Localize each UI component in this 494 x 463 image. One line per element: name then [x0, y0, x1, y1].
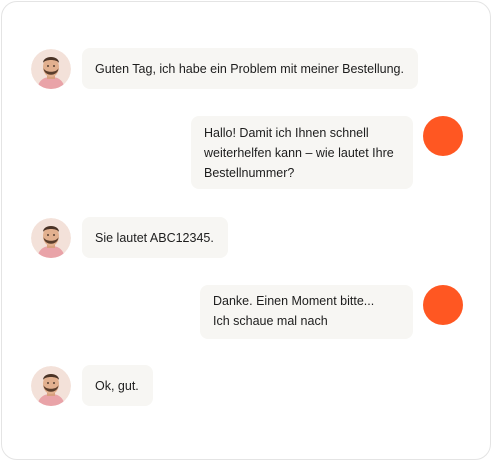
- chat-card: Guten Tag, ich habe ein Problem mit mein…: [1, 1, 491, 460]
- user-avatar-icon: [31, 218, 71, 258]
- message-bubble: Hallo! Damit ich Ihnen schnell weiterhel…: [191, 116, 413, 189]
- agent-avatar-icon: [423, 116, 463, 156]
- message-bubble: Ok, gut.: [82, 365, 153, 406]
- message-bubble: Guten Tag, ich habe ein Problem mit mein…: [82, 48, 418, 89]
- user-avatar-icon: [31, 366, 71, 406]
- message-bubble: Sie lautet ABC12345.: [82, 217, 228, 258]
- agent-avatar-icon: [423, 285, 463, 325]
- message-bubble: Danke. Einen Moment bitte... Ich schaue …: [200, 285, 413, 339]
- user-avatar-icon: [31, 49, 71, 89]
